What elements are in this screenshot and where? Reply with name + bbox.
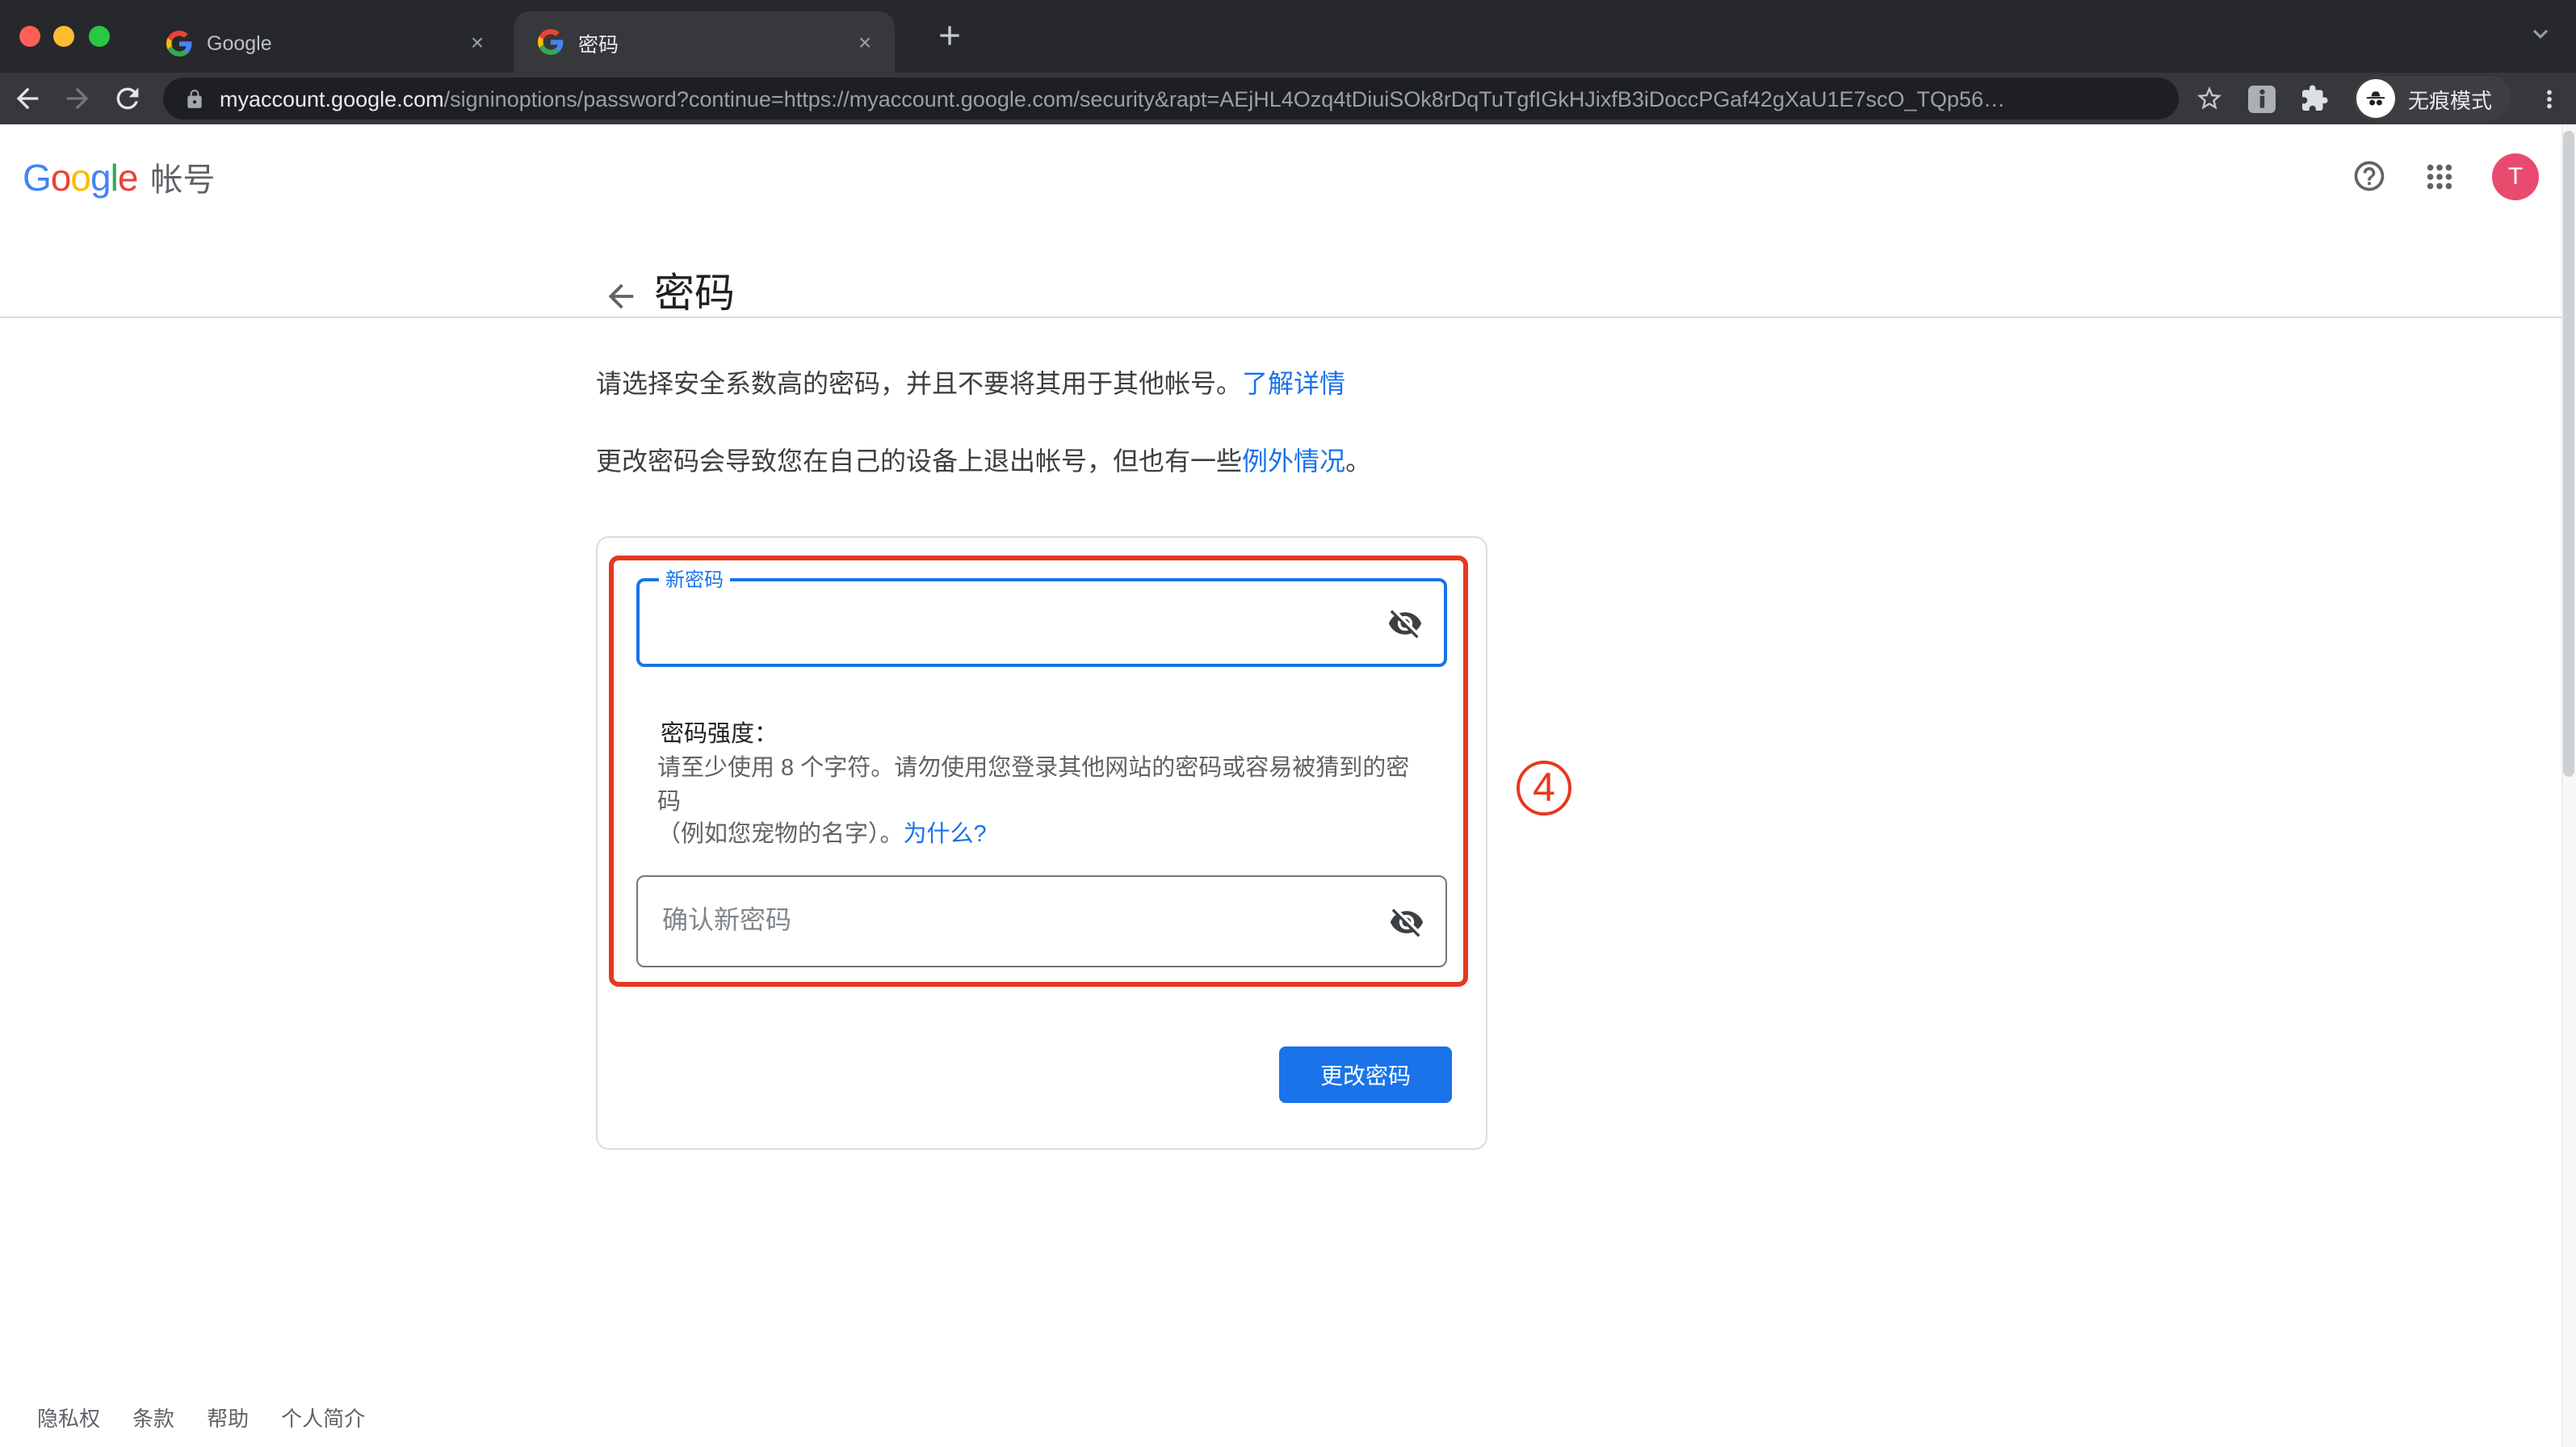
tab-close-icon[interactable]: ×: [851, 28, 879, 56]
forward-icon[interactable]: [61, 82, 94, 115]
title-divider: [0, 317, 2576, 318]
tab-title: Google: [207, 31, 464, 54]
reload-icon[interactable]: [111, 82, 144, 115]
google-favicon: [538, 29, 564, 55]
learn-more-link[interactable]: 了解详情: [1242, 371, 1345, 399]
intro-paragraph: 请选择安全系数高的密码，并且不要将其用于其他帐号。了解详情: [596, 368, 1345, 404]
password-hint: 请至少使用 8 个字符。请勿使用您登录其他网站的密码或容易被猜到的密码（例如您宠…: [657, 753, 1429, 852]
google-account-header: Google 帐号 T: [0, 124, 2576, 228]
tab-search-chevron-icon[interactable]: [2526, 19, 2555, 48]
change-password-button[interactable]: 更改密码: [1279, 1046, 1452, 1103]
incognito-label: 无痕模式: [2408, 83, 2492, 114]
browser-toolbar: myaccount.google.com/signinoptions/passw…: [0, 73, 2576, 124]
toolbar-icons: 无痕模式: [2195, 76, 2563, 121]
google-apps-grid-icon[interactable]: [2424, 161, 2455, 191]
confirm-password-field: [636, 875, 1447, 967]
annotation-number-badge: 4: [1517, 761, 1571, 816]
browser-tab-strip: Google × 密码 ×: [0, 0, 2576, 73]
macos-minimize-button[interactable]: [53, 25, 74, 46]
why-link[interactable]: 为什么?: [904, 822, 987, 848]
new-password-field: 新密码: [636, 578, 1447, 667]
url-text: myaccount.google.com/signinoptions/passw…: [220, 86, 2005, 111]
new-tab-icon[interactable]: [933, 19, 966, 52]
sidebar-extension-icon[interactable]: [2248, 85, 2276, 112]
footer-link-help[interactable]: 帮助: [207, 1402, 249, 1432]
browser-tab-google[interactable]: Google ×: [142, 13, 507, 73]
browser-tab-password-active[interactable]: 密码 ×: [514, 11, 895, 73]
page-content: Google 帐号 T 密码 请选择安全系数高的密码，并且不要将其用于其他帐号。…: [0, 124, 2576, 1447]
signout-paragraph: 更改密码会导致您在自己的设备上退出帐号，但也有一些例外情况。: [596, 446, 1371, 481]
google-account-logo[interactable]: Google 帐号: [23, 153, 215, 199]
address-bar[interactable]: myaccount.google.com/signinoptions/passw…: [163, 78, 2179, 120]
macos-close-button[interactable]: [19, 25, 40, 46]
scrollbar-thumb[interactable]: [2563, 131, 2574, 777]
browser-menu-icon[interactable]: [2536, 85, 2563, 112]
url-path: /signinoptions/password?continue=https:/…: [444, 86, 2005, 111]
google-favicon: [166, 30, 192, 56]
footer-link-terms[interactable]: 条款: [132, 1402, 174, 1432]
footer-link-profile[interactable]: 个人简介: [281, 1402, 365, 1432]
bookmark-star-icon[interactable]: [2195, 84, 2224, 113]
incognito-icon: [2356, 79, 2395, 118]
exceptions-link[interactable]: 例外情况: [1242, 449, 1345, 476]
url-host: myaccount.google.com: [220, 86, 444, 111]
secure-lock-icon[interactable]: [184, 88, 205, 109]
tab-title: 密码: [578, 27, 851, 57]
visibility-off-icon[interactable]: [1387, 605, 1423, 640]
help-icon[interactable]: [2352, 158, 2387, 194]
visibility-off-icon[interactable]: [1389, 904, 1424, 939]
confirm-password-input[interactable]: [638, 877, 1445, 966]
screenshot-root: Google × 密码 × myaccount.google.com/signi…: [0, 0, 2576, 1447]
back-icon[interactable]: [11, 82, 44, 115]
google-logo-letters: Google: [23, 156, 137, 199]
tab-close-icon[interactable]: ×: [464, 29, 491, 57]
extensions-puzzle-icon[interactable]: [2300, 84, 2329, 113]
incognito-badge[interactable]: 无痕模式: [2353, 76, 2511, 121]
new-password-input[interactable]: [640, 581, 1444, 664]
strength-label: 密码强度：: [661, 715, 778, 749]
avatar[interactable]: T: [2492, 153, 2539, 199]
header-actions: T: [2352, 153, 2539, 199]
scrollbar-track[interactable]: [2561, 124, 2576, 1447]
logo-suffix: 帐号: [150, 153, 215, 199]
page-back-icon[interactable]: [602, 278, 640, 315]
page-footer: 隐私权 条款 帮助 个人简介: [37, 1402, 365, 1432]
macos-fullscreen-button[interactable]: [88, 25, 109, 46]
footer-link-privacy[interactable]: 隐私权: [37, 1402, 100, 1432]
